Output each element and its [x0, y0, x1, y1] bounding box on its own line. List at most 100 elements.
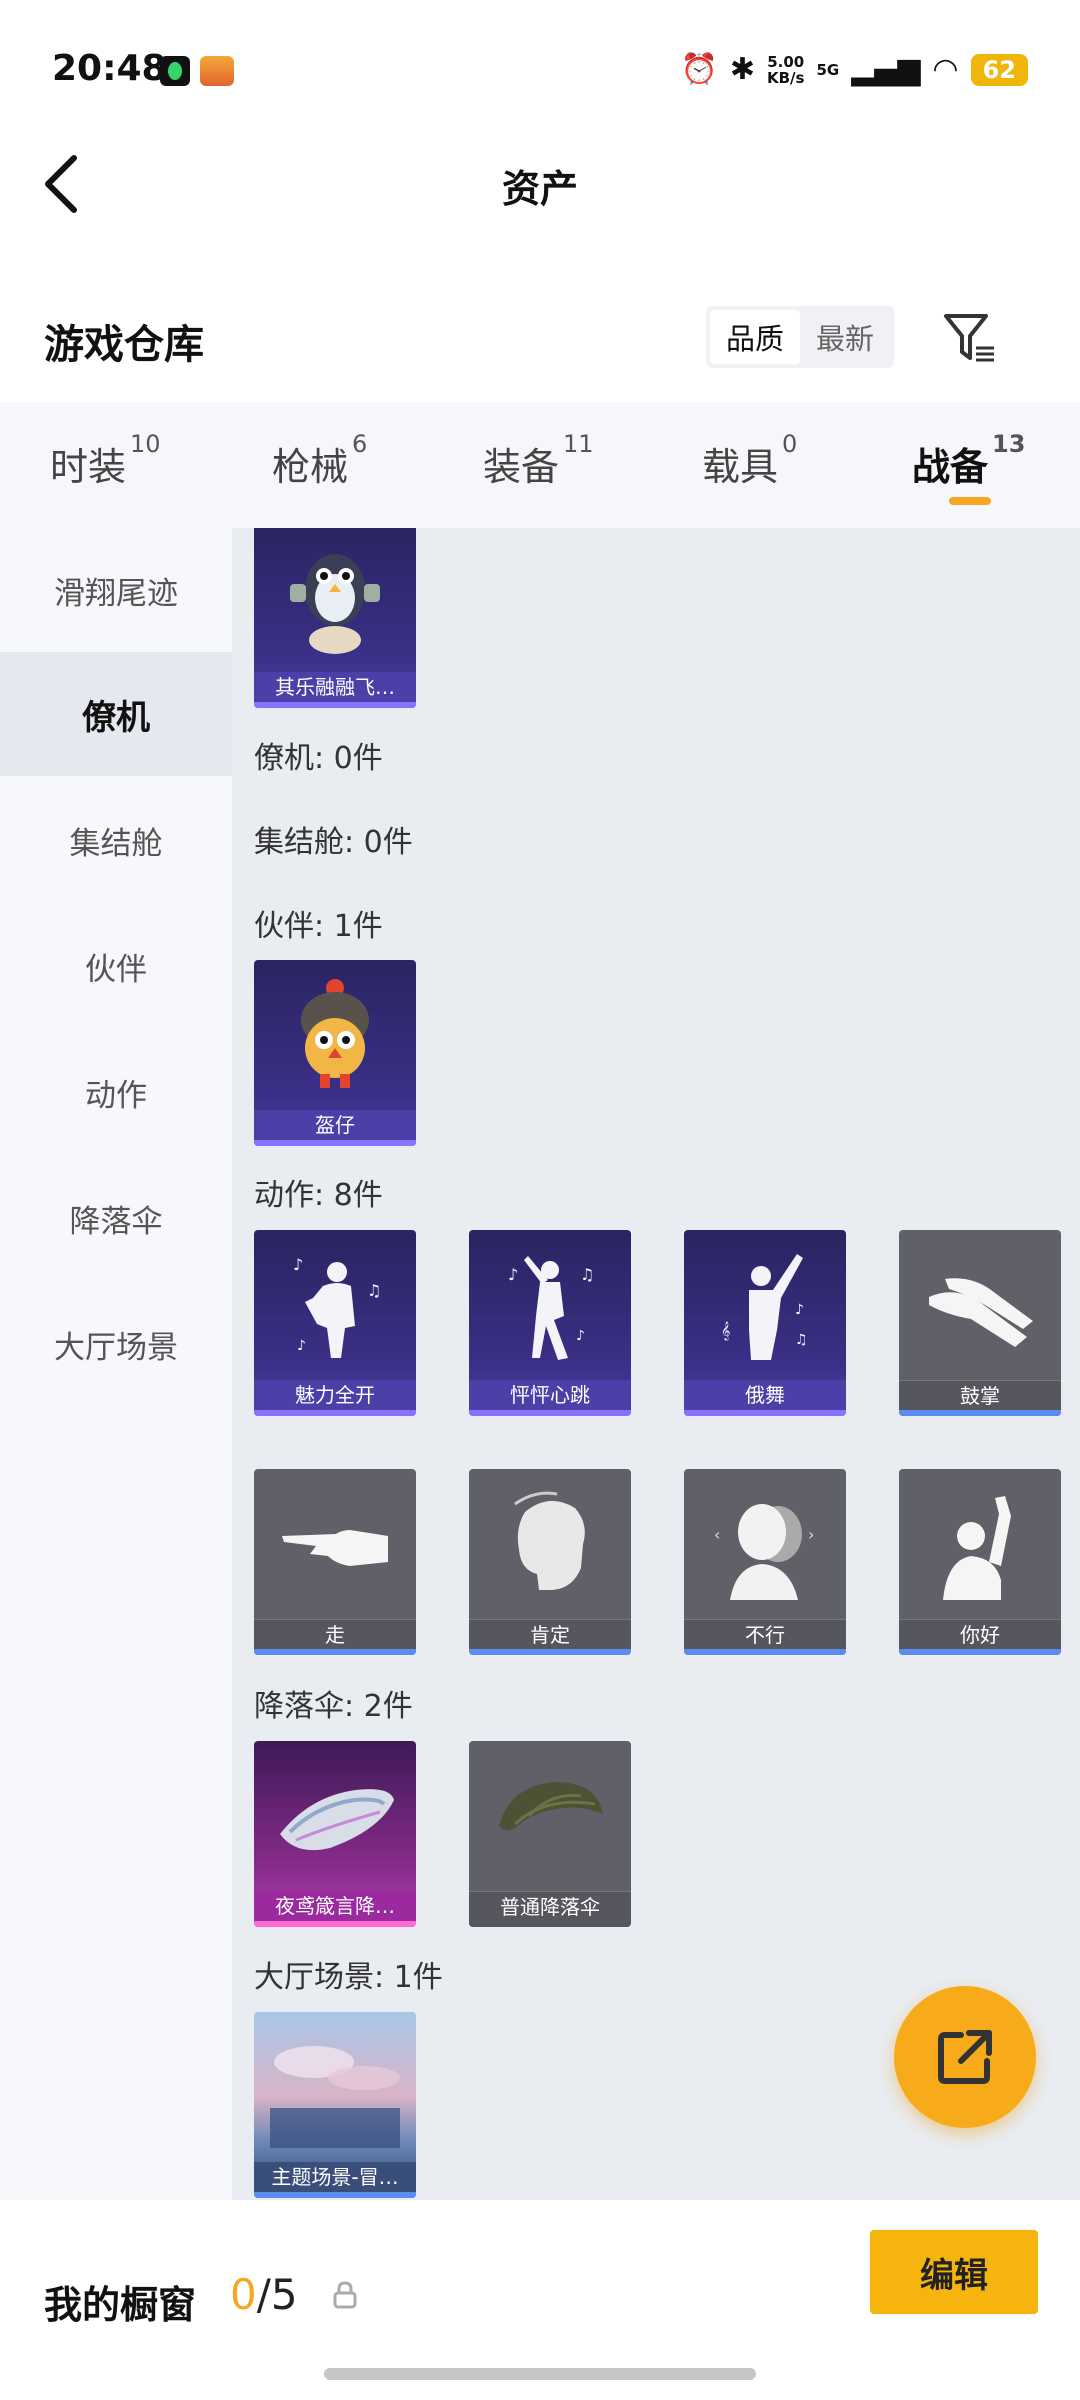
status-icons: ⏰ ✱ 5.00 KB/s 5G ▂▄▆ ◠ 62: [680, 50, 1028, 90]
warehouse-title: 游戏仓库: [44, 322, 204, 368]
speed-value: 5.00: [767, 53, 805, 71]
item-card[interactable]: 夜鸢箴言降…: [254, 1741, 416, 1927]
sidebar-item-partner[interactable]: 伙伴: [0, 904, 232, 1028]
tab-count: 10: [130, 430, 161, 458]
tab-label: 战备: [912, 445, 989, 489]
rarity-bar: [254, 1410, 416, 1416]
item-name: 你好: [899, 1619, 1061, 1649]
svg-text:♪: ♪: [508, 1265, 518, 1284]
svg-text:♪: ♪: [297, 1338, 306, 1354]
section-capsule-label: 集结舱: 0件: [254, 825, 413, 860]
share-button[interactable]: [894, 1986, 1036, 2128]
rarity-bar: [899, 1410, 1061, 1416]
sort-quality-option[interactable]: 品质: [710, 310, 800, 364]
item-image: ♪ ♫ ♪: [469, 1230, 631, 1380]
section-parachute-label: 降落伞: 2件: [254, 1689, 413, 1724]
item-card[interactable]: ♪ ♫ ♪ 怦怦心跳: [469, 1230, 631, 1416]
item-image: [254, 1469, 416, 1619]
network-speed: 5.00 KB/s: [767, 54, 804, 86]
rarity-bar: [469, 1921, 631, 1927]
item-card[interactable]: ‹ › 不行: [684, 1469, 846, 1655]
rarity-bar: [684, 1649, 846, 1655]
item-name: 俄舞: [684, 1380, 846, 1410]
item-image: [254, 960, 416, 1110]
item-card[interactable]: 肯定: [469, 1469, 631, 1655]
tab-count: 11: [563, 430, 594, 458]
sort-toggle: 品质 最新: [706, 306, 894, 368]
item-card[interactable]: 主题场景-冒…: [254, 2012, 416, 2198]
tab-count: 13: [992, 430, 1026, 458]
sidebar-item-trail[interactable]: 滑翔尾迹: [0, 528, 232, 652]
item-name: 其乐融融飞…: [254, 672, 416, 702]
category-tabs: 时装10 枪械6 装备11 载具0 战备13: [0, 402, 1080, 528]
sidebar-item-capsule[interactable]: 集结舱: [0, 778, 232, 902]
showcase-count: 0/5: [230, 2270, 298, 2319]
item-card[interactable]: 你好: [899, 1469, 1061, 1655]
active-tab-indicator: [949, 497, 991, 505]
item-name: 魅力全开: [254, 1380, 416, 1410]
item-card[interactable]: 其乐融融飞…: [254, 528, 416, 708]
svg-text:♪: ♪: [576, 1328, 585, 1344]
tab-count: 0: [782, 430, 798, 458]
tab-equipment[interactable]: 装备11: [483, 430, 594, 491]
item-card[interactable]: 盔仔: [254, 960, 416, 1146]
svg-text:♪: ♪: [293, 1255, 303, 1274]
item-image: [899, 1469, 1061, 1619]
item-image: 𝄞 ♪ ♫: [684, 1230, 846, 1380]
tab-label: 时装: [50, 445, 127, 489]
rarity-bar: [254, 2192, 416, 2198]
wifi-icon: ◠: [932, 52, 959, 87]
item-card[interactable]: ♪ ♫ ♪ 魅力全开: [254, 1230, 416, 1416]
edit-button[interactable]: 编辑: [870, 2230, 1038, 2314]
sidebar-item-lobby-scene[interactable]: 大厅场景: [0, 1282, 232, 1406]
rarity-bar: [254, 1921, 416, 1927]
item-image: ‹ ›: [684, 1469, 846, 1619]
item-grid: 其乐融融飞… 僚机: 0件 集结舱: 0件 伙伴: 1件 盔仔 动作: 8件 ♪: [232, 528, 1080, 2200]
speed-unit: KB/s: [766, 69, 805, 87]
item-name: 主题场景-冒…: [254, 2162, 416, 2192]
item-card[interactable]: 𝄞 ♪ ♫ 俄舞: [684, 1230, 846, 1416]
showcase-label: 我的橱窗: [44, 2283, 197, 2327]
rarity-bar: [254, 702, 416, 708]
bottom-bar: 我的橱窗 0/5 编辑: [0, 2200, 1080, 2400]
game-notification-icon: [200, 56, 234, 86]
sidebar-item-parachute[interactable]: 降落伞: [0, 1156, 232, 1280]
tab-vehicles[interactable]: 载具0: [702, 430, 797, 491]
section-partner-label: 伙伴: 1件: [254, 909, 383, 944]
home-indicator: [324, 2368, 756, 2380]
tab-battle-gear[interactable]: 战备13: [912, 430, 1025, 491]
item-card[interactable]: 普通降落伞: [469, 1741, 631, 1927]
filter-icon: [944, 314, 994, 362]
showcase-current: 0: [230, 2270, 257, 2319]
item-image: [469, 1741, 631, 1891]
status-time: 20:48: [52, 48, 167, 89]
signal-icon: ▂▄▆: [851, 52, 921, 87]
rarity-bar: [254, 1140, 416, 1146]
rarity-bar: [469, 1410, 631, 1416]
tab-label: 枪械: [272, 445, 349, 489]
rarity-bar: [684, 1410, 846, 1416]
status-bar: 20:48 ⏰ ✱ 5.00 KB/s 5G ▂▄▆ ◠ 62: [0, 0, 1080, 140]
sidebar-item-action[interactable]: 动作: [0, 1030, 232, 1154]
item-image: ♪ ♫ ♪: [254, 1230, 416, 1380]
item-name: 普通降落伞: [469, 1891, 631, 1921]
filter-button[interactable]: [940, 308, 1000, 368]
item-name: 怦怦心跳: [469, 1380, 631, 1410]
sidebar-item-wingman[interactable]: 僚机: [0, 652, 232, 776]
tab-guns[interactable]: 枪械6: [272, 430, 367, 491]
item-card[interactable]: 鼓掌: [899, 1230, 1061, 1416]
item-card[interactable]: 走: [254, 1469, 416, 1655]
section-scene-label: 大厅场景: 1件: [254, 1960, 443, 1995]
svg-text:♫: ♫: [367, 1281, 381, 1300]
showcase-total: /5: [256, 2270, 298, 2319]
rarity-bar: [254, 1649, 416, 1655]
tab-count: 6: [352, 430, 368, 458]
item-image: [899, 1230, 1061, 1380]
item-name: 不行: [684, 1619, 846, 1649]
item-image: [254, 1741, 416, 1891]
page-title: 资产: [501, 167, 578, 211]
battery-badge: 62: [970, 54, 1028, 86]
svg-text:›: ›: [808, 1525, 814, 1544]
tab-fashion[interactable]: 时装10: [50, 430, 161, 491]
sort-newest-option[interactable]: 最新: [800, 310, 890, 364]
